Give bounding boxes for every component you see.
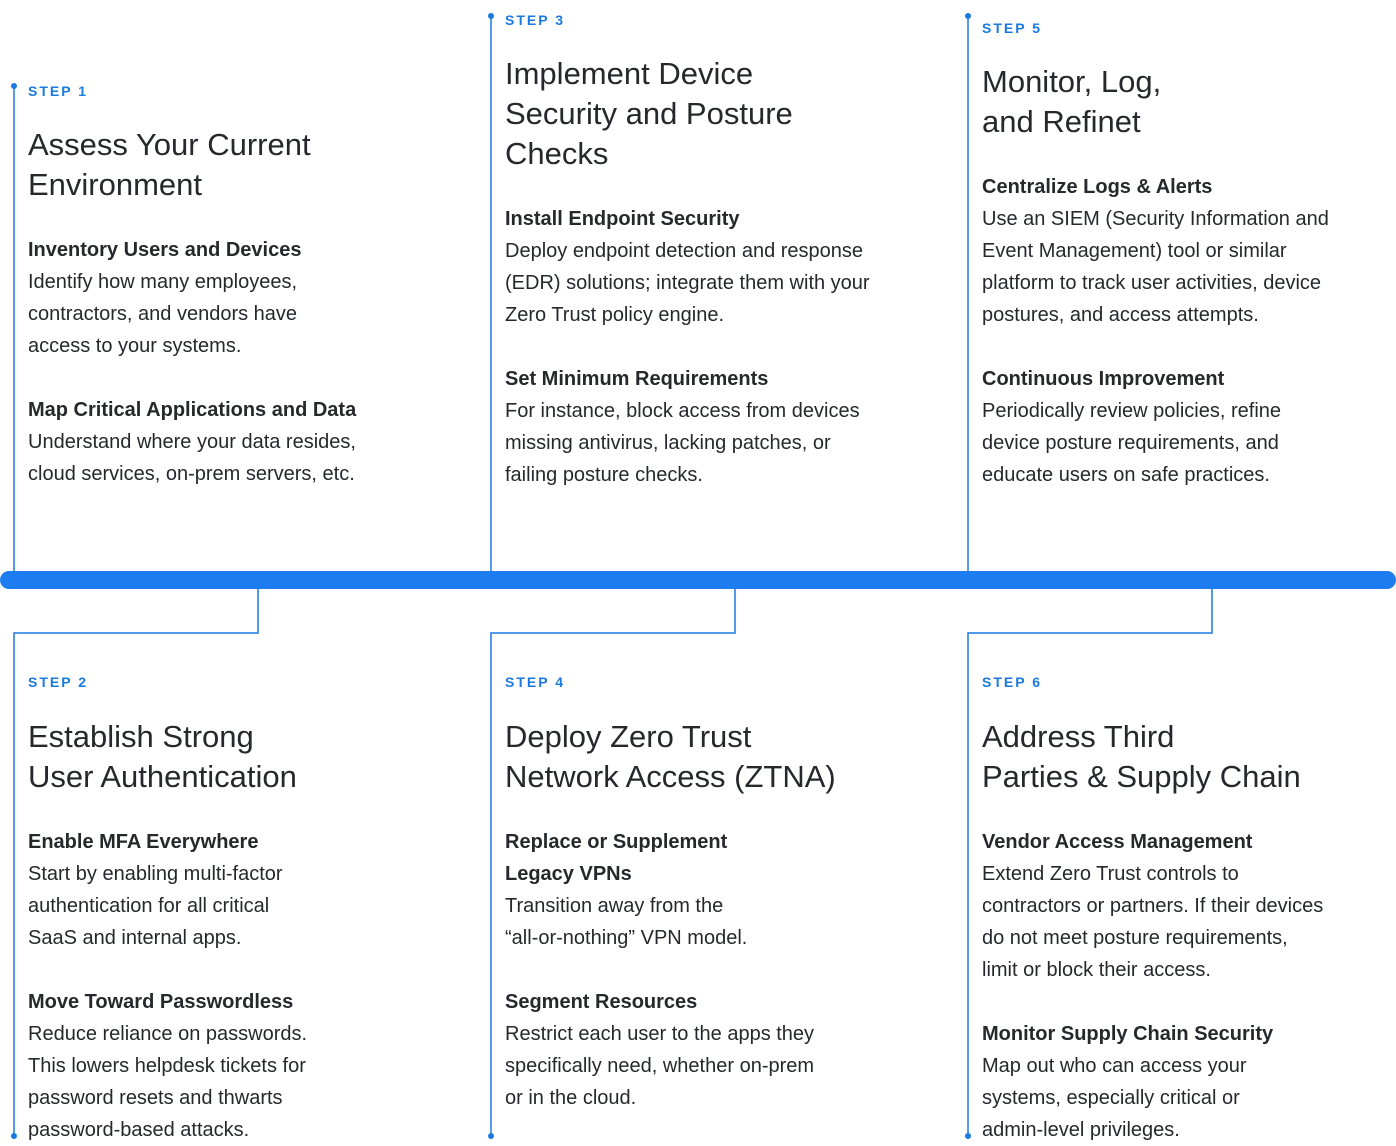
section-heading: Replace or Supplement Legacy VPNs	[505, 831, 728, 885]
step-sections: Inventory Users and Devices Identify how…	[28, 234, 438, 490]
section-heading: Move Toward Passwordless	[28, 991, 294, 1013]
step-title: Monitor, Log, and Refinet	[982, 64, 1162, 139]
step-section: Move Toward Passwordless Reduce reliance…	[28, 986, 438, 1146]
section-body: Deploy endpoint detection and response (…	[505, 240, 870, 326]
section-body: Use an SIEM (Security Information and Ev…	[982, 208, 1329, 326]
step-sections: Centralize Logs & Alerts Use an SIEM (Se…	[982, 171, 1392, 491]
step-section: Centralize Logs & Alerts Use an SIEM (Se…	[982, 171, 1392, 331]
step-5-dot	[965, 13, 971, 19]
step-section: Inventory Users and Devices Identify how…	[28, 234, 438, 362]
step-section: Install Endpoint Security Deploy endpoin…	[505, 203, 915, 331]
section-body: Restrict each user to the apps they spec…	[505, 1023, 815, 1109]
step-3-dot	[488, 13, 494, 19]
section-body: Reduce reliance on passwords. This lower…	[28, 1023, 308, 1141]
section-body: Periodically review policies, refine dev…	[982, 400, 1282, 486]
step-label: STEP 3	[505, 12, 565, 28]
step-title: Assess Your Current Environment	[28, 127, 311, 202]
step-4-dot	[488, 1133, 494, 1139]
step-4-card: STEP 4 Deploy Zero Trust Network Access …	[505, 674, 915, 1114]
step-label: STEP 1	[28, 83, 88, 99]
section-heading: Set Minimum Requirements	[505, 368, 769, 390]
step-3-card: STEP 3 Implement Device Security and Pos…	[505, 12, 915, 491]
step-section: Segment Resources Restrict each user to …	[505, 986, 915, 1114]
step-sections: Install Endpoint Security Deploy endpoin…	[505, 203, 915, 491]
section-body: Transition away from the “all-or-nothing…	[505, 895, 748, 949]
step-6-card: STEP 6 Address Third Parties & Supply Ch…	[982, 674, 1392, 1146]
section-body: Extend Zero Trust controls to contractor…	[982, 863, 1324, 981]
step-section: Replace or Supplement Legacy VPNs Transi…	[505, 826, 915, 954]
step-title: Deploy Zero Trust Network Access (ZTNA)	[505, 719, 836, 794]
step-sections: Replace or Supplement Legacy VPNs Transi…	[505, 826, 915, 1114]
step-2-dot	[11, 1133, 17, 1139]
step-sections: Vendor Access Management Extend Zero Tru…	[982, 826, 1392, 1146]
section-heading: Continuous Improvement	[982, 368, 1225, 390]
section-body: Start by enabling multi-factor authentic…	[28, 863, 283, 949]
step-label: STEP 5	[982, 20, 1042, 36]
section-heading: Map Critical Applications and Data	[28, 399, 357, 421]
step-title: Implement Device Security and Posture Ch…	[505, 56, 793, 171]
step-1-dot	[11, 83, 17, 89]
step-title: Establish Strong User Authentication	[28, 719, 297, 794]
section-body: Identify how many employees, contractors…	[28, 271, 298, 357]
step-label: STEP 4	[505, 674, 565, 690]
step-section: Vendor Access Management Extend Zero Tru…	[982, 826, 1392, 986]
section-heading: Segment Resources	[505, 991, 698, 1013]
step-label: STEP 2	[28, 674, 88, 690]
step-2-card: STEP 2 Establish Strong User Authenticat…	[28, 674, 438, 1146]
step-section: Map Critical Applications and Data Under…	[28, 394, 438, 490]
section-body: Understand where your data resides, clou…	[28, 431, 356, 485]
step-title: Address Third Parties & Supply Chain	[982, 719, 1301, 794]
step-section: Set Minimum Requirements For instance, b…	[505, 363, 915, 491]
step-section: Monitor Supply Chain Security Map out wh…	[982, 1018, 1392, 1146]
section-heading: Vendor Access Management	[982, 831, 1253, 853]
section-heading: Centralize Logs & Alerts	[982, 176, 1213, 198]
step-1-card: STEP 1 Assess Your Current Environment I…	[28, 83, 438, 490]
section-heading: Inventory Users and Devices	[28, 239, 302, 261]
section-heading: Monitor Supply Chain Security	[982, 1023, 1274, 1045]
step-5-card: STEP 5 Monitor, Log, and Refinet Central…	[982, 20, 1392, 491]
step-section: Enable MFA Everywhere Start by enabling …	[28, 826, 438, 954]
section-body: For instance, block access from devices …	[505, 400, 860, 486]
step-section: Continuous Improvement Periodically revi…	[982, 363, 1392, 491]
timeline-bar	[0, 571, 1396, 589]
section-body: Map out who can access your systems, esp…	[982, 1055, 1247, 1141]
step-label: STEP 6	[982, 674, 1042, 690]
step-sections: Enable MFA Everywhere Start by enabling …	[28, 826, 438, 1146]
step-6-dot	[965, 1133, 971, 1139]
section-heading: Install Endpoint Security	[505, 208, 740, 230]
section-heading: Enable MFA Everywhere	[28, 831, 259, 853]
